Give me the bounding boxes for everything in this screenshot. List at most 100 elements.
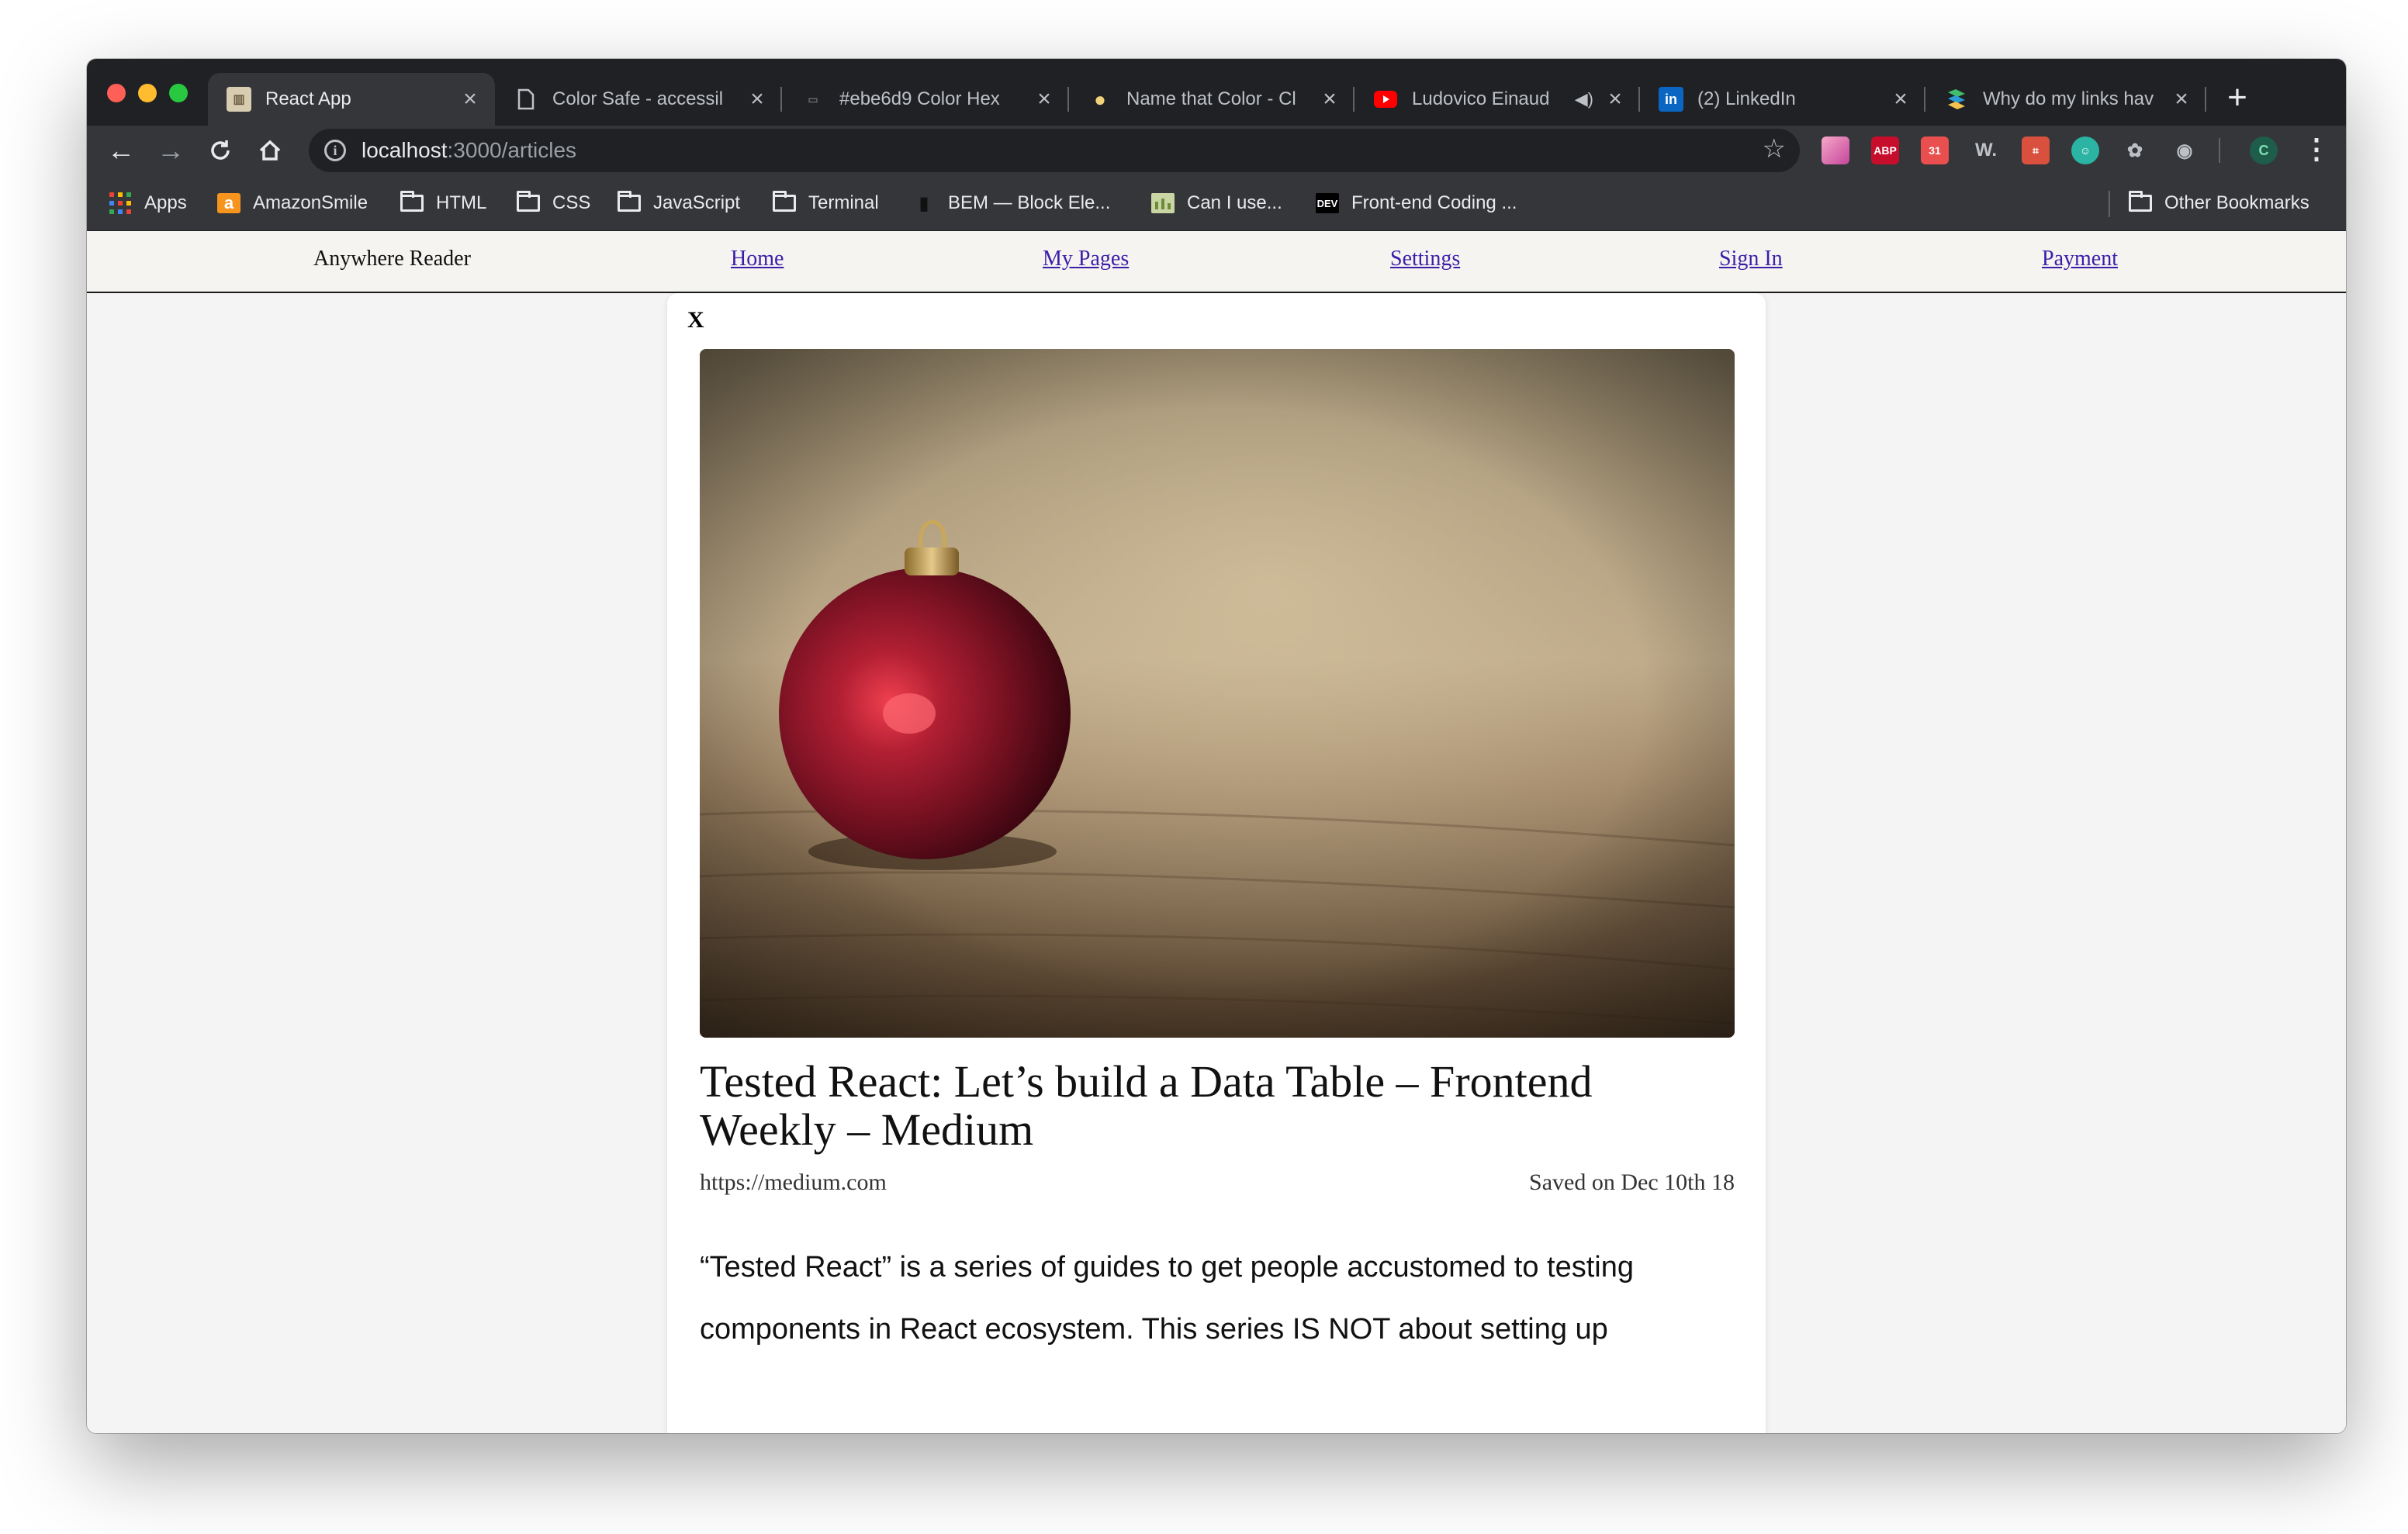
audio-playing-icon[interactable]: ◀) [1575, 89, 1593, 109]
close-article-button[interactable]: X [687, 307, 704, 333]
site-info-icon[interactable]: i [324, 140, 346, 161]
close-window-button[interactable] [107, 84, 126, 102]
apps-grid-icon [109, 192, 132, 214]
red-ornament-image [700, 349, 1735, 1038]
tab-close-icon[interactable]: × [1033, 88, 1055, 111]
tab-linkedin[interactable]: in (2) LinkedIn × [1640, 73, 1925, 126]
tab-close-icon[interactable]: × [1319, 88, 1341, 111]
tab-ludovico-einaudi[interactable]: Ludovico Einaud ◀) × [1354, 73, 1640, 126]
name-that-color-favicon-icon: ● [1094, 87, 1106, 111]
tab-label: Name that Color - Cl [1126, 88, 1296, 109]
tab-label: Color Safe - accessil [552, 88, 724, 109]
dimensions-icon[interactable]: ⌗ [2022, 136, 2050, 164]
tab-react-app[interactable]: ▥ React App × [208, 73, 495, 126]
ring-icon[interactable]: ◉ [2171, 136, 2199, 164]
article-card: X Tested React: Let’s build a Data Table… [667, 293, 1766, 1433]
bookmark-css[interactable]: CSS [517, 189, 590, 217]
reload-icon[interactable] [202, 132, 239, 169]
article-source-url[interactable]: https://medium.com [700, 1170, 887, 1196]
color-hex-favicon-icon: ▭ [808, 92, 818, 105]
nav-my-pages-link[interactable]: My Pages [1043, 247, 1129, 271]
tab-strip: ▥ React App × Color Safe - accessil × ▭ … [87, 59, 2346, 126]
profile-icon[interactable]: C [2250, 136, 2278, 164]
bookmark-javascript[interactable]: JavaScript [618, 189, 740, 217]
bookmark-bem[interactable]: ▮ BEM — Block Ele... [912, 189, 1110, 217]
bookmark-label: Terminal [808, 192, 879, 213]
url-host: localhost [362, 138, 448, 162]
url-path: :3000/articles [447, 138, 577, 162]
folder-icon [773, 191, 796, 213]
nav-settings-link[interactable]: Settings [1390, 247, 1460, 271]
folder-icon [517, 191, 540, 213]
bookmarks-bar: Apps a AmazonSmile HTML CSS JavaScript T… [87, 175, 2346, 231]
amazon-icon: a [217, 193, 240, 213]
tab-label: Ludovico Einaud [1412, 88, 1550, 109]
home-icon[interactable] [251, 132, 289, 169]
article-excerpt: “Tested React” is a series of guides to … [700, 1251, 1634, 1346]
folder-icon [400, 191, 424, 213]
user-circle-icon[interactable]: ☺ [2071, 136, 2099, 164]
toolbar-separator [2219, 138, 2220, 163]
bookmark-terminal[interactable]: Terminal [773, 189, 879, 217]
react-app-favicon-icon: ▥ [227, 87, 251, 112]
caniuse-icon [1151, 193, 1175, 213]
bookmark-amazonsmile[interactable]: a AmazonSmile [217, 189, 368, 217]
nav-home-link[interactable]: Home [731, 247, 784, 271]
browser-menu-icon[interactable]: ⋮ [2302, 135, 2330, 166]
adblock-plus-icon[interactable]: ABP [1871, 136, 1899, 164]
bookmark-caniuse[interactable]: Can I use... [1151, 189, 1282, 217]
bookmark-label: CSS [552, 192, 591, 213]
linkedin-icon: in [1659, 87, 1683, 112]
nav-sign-in-link[interactable]: Sign In [1719, 247, 1783, 271]
folder-icon [2129, 191, 2152, 213]
page-favicon-icon [514, 87, 538, 112]
bookmark-label: HTML [436, 192, 487, 213]
app-navbar: Anywhere Reader Home My Pages Settings S… [87, 231, 2346, 293]
bookmark-label: Can I use... [1187, 192, 1282, 213]
bookmark-label: JavaScript [653, 192, 741, 213]
tab-separator [2205, 87, 2206, 112]
back-arrow-icon[interactable]: ← [102, 132, 140, 169]
tab-close-icon[interactable]: × [746, 88, 768, 111]
tab-why-links[interactable]: Why do my links hav × [1925, 73, 2206, 126]
address-url[interactable]: localhost:3000/articles [362, 138, 576, 163]
bookmark-apps[interactable]: Apps [109, 189, 187, 217]
wappalyzer-icon[interactable]: W. [1972, 136, 2000, 164]
bookmark-label: Other Bookmarks [2164, 192, 2309, 213]
article-hero-image [700, 349, 1735, 1038]
article-title[interactable]: Tested React: Let’s build a Data Table –… [700, 1058, 1735, 1154]
address-bar[interactable]: i localhost:3000/articles ☆ [309, 129, 1800, 172]
bookmark-star-icon[interactable]: ☆ [1763, 133, 1786, 164]
zoom-window-button[interactable] [169, 84, 188, 102]
bookmark-other-bookmarks[interactable]: Other Bookmarks [2129, 189, 2309, 217]
forward-arrow-icon[interactable]: → [152, 132, 189, 169]
bookmark-label: Front-end Coding ... [1351, 192, 1517, 213]
bookmark-frontend-coding[interactable]: DEV Front-end Coding ... [1316, 189, 1517, 217]
article-saved-date: Saved on Dec 10th 18 [1529, 1170, 1735, 1195]
tab-close-icon[interactable]: × [1604, 88, 1626, 111]
browser-toolbar: ← → i localhost:3000/articles ☆ ABP 31 W. ⌗… [87, 126, 2346, 175]
nav-payment-link[interactable]: Payment [2042, 247, 2118, 271]
calendar-icon[interactable]: 31 [1921, 136, 1949, 164]
bookmark-label: AmazonSmile [253, 192, 368, 213]
minimize-window-button[interactable] [138, 84, 157, 102]
tab-color-hex[interactable]: ▭ #ebe6d9 Color Hex × [782, 73, 1069, 126]
tab-label: React App [265, 88, 351, 109]
folder-icon [618, 191, 641, 213]
bookmarks-separator [2109, 191, 2110, 217]
new-tab-button[interactable]: + [2217, 79, 2258, 119]
youtube-icon [1373, 87, 1398, 112]
tab-label: #ebe6d9 Color Hex [839, 88, 1000, 109]
tab-name-that-color[interactable]: ● Name that Color - Cl × [1069, 73, 1354, 126]
app-brand: Anywhere Reader [313, 247, 471, 271]
tab-color-safe[interactable]: Color Safe - accessil × [495, 73, 782, 126]
tab-close-icon[interactable]: × [2171, 88, 2192, 111]
page-icon: ▮ [919, 192, 929, 214]
color-wheel-icon[interactable]: ✿ [2121, 136, 2149, 164]
tab-label: (2) LinkedIn [1697, 88, 1796, 109]
gradient-icon[interactable] [1822, 136, 1849, 164]
bookmark-html[interactable]: HTML [400, 189, 486, 217]
bookmark-label: BEM — Block Ele... [948, 192, 1111, 213]
tab-close-icon[interactable]: × [1890, 88, 1912, 111]
tab-close-icon[interactable]: × [459, 88, 481, 111]
